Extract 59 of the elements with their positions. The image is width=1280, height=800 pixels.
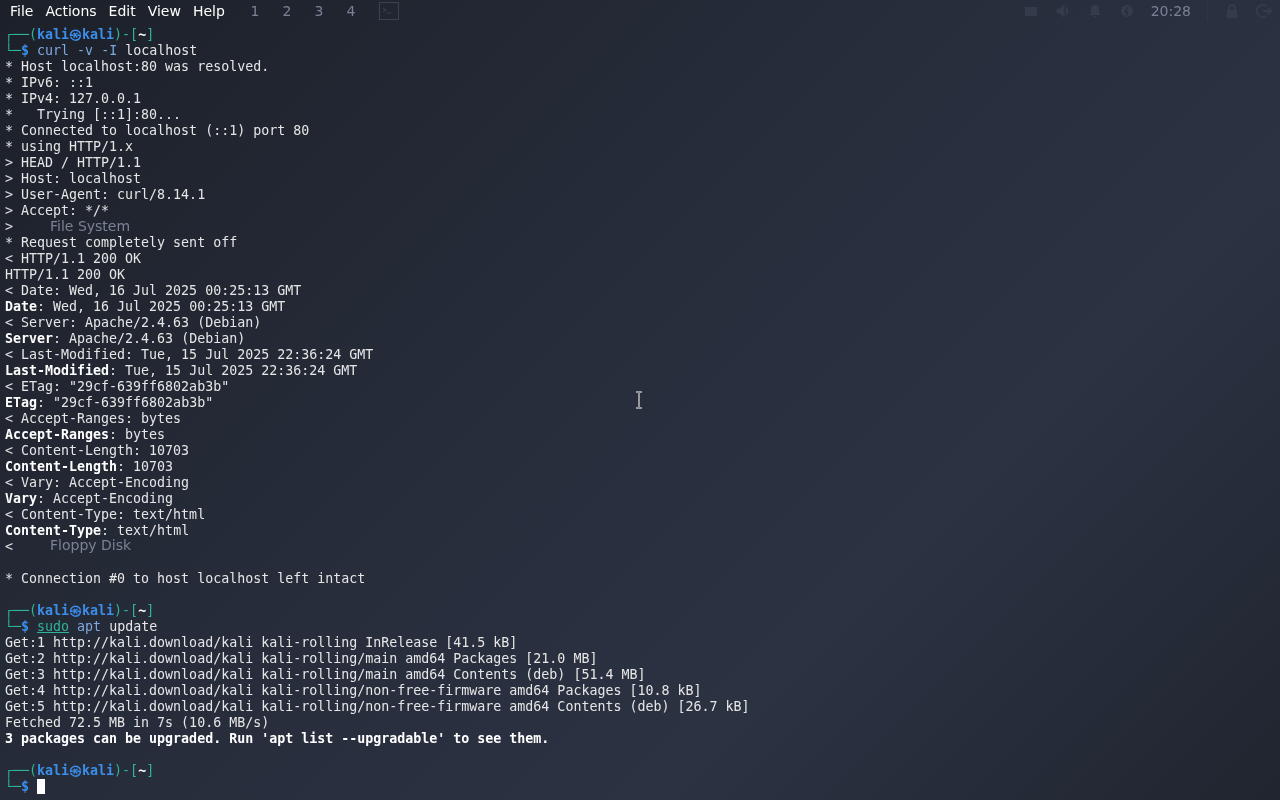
output-line: Content-Length: 10703 xyxy=(5,459,174,475)
output-line: * Trying [::1]:80... xyxy=(5,107,182,123)
output-line: < Date: Wed, 16 Jul 2025 00:25:13 GMT xyxy=(5,283,302,299)
menu-item[interactable]: Actions xyxy=(39,3,103,19)
output-line: < Content-Type: text/html xyxy=(5,507,206,523)
output-line: HTTP/1.1 200 OK xyxy=(5,267,126,283)
menu-item[interactable]: Edit xyxy=(102,3,142,19)
clock[interactable]: 20:28 xyxy=(1150,3,1191,19)
output-line: * IPv6: ::1 xyxy=(5,75,94,91)
output-line: > HEAD / HTTP/1.1 xyxy=(5,155,142,171)
prompt-line: ┌──(kali㉿kali)-[~] xyxy=(5,603,155,619)
command-line: └─$ curl -v -I localhost xyxy=(5,43,198,59)
output-line: Accept-Ranges: bytes xyxy=(5,427,166,443)
menu-item[interactable]: Help xyxy=(186,3,231,19)
prompt-line: ┌──(kali㉿kali)-[~] xyxy=(5,763,155,779)
desktop-icon-label[interactable]: File System xyxy=(50,218,131,234)
output-line: > Host: localhost xyxy=(5,171,142,187)
output-line: Last-Modified: Tue, 15 Jul 2025 22:36:24 GMT xyxy=(5,363,358,379)
terminal-icon[interactable] xyxy=(378,2,399,20)
output-line: Fetched 72.5 MB in 7s (10.6 MB/s) xyxy=(5,715,270,731)
output-line: < ETag: "29cf-639ff6802ab3b" xyxy=(5,379,230,395)
menu-item[interactable]: File xyxy=(4,3,40,19)
output-line: * Connected to localhost (::1) port 80 xyxy=(5,123,310,139)
output-line: > User-Agent: curl/8.14.1 xyxy=(5,187,206,203)
workspace-button[interactable]: 1 xyxy=(238,3,271,19)
workspace-button[interactable]: 4 xyxy=(334,3,367,19)
output-line: * Request completely sent off xyxy=(5,235,238,251)
output-line: > Accept: */* xyxy=(5,203,110,219)
output-line: < Content-Length: 10703 xyxy=(5,443,190,459)
output-line: * using HTTP/1.x xyxy=(5,139,134,155)
output-line: > xyxy=(5,219,13,235)
output-line: < Server: Apache/2.4.63 (Debian) xyxy=(5,315,262,331)
ibeam-cursor-icon xyxy=(635,391,643,409)
output-line: Get:1 http://kali.download/kali kali-rolling InRelease [41.5 kB] xyxy=(5,635,518,651)
menu-item[interactable]: View xyxy=(141,3,187,19)
output-line: Get:5 http://kali.download/kali kali-rolling/non-free-firmware amd64 Contents (deb) [26.7 kB] xyxy=(5,699,750,715)
output-line: * Connection #0 to host localhost left intact xyxy=(5,571,366,587)
workspace-button[interactable]: 2 xyxy=(270,3,303,19)
command-line: └─$ sudo apt update xyxy=(5,619,158,635)
output-line: ETag: "29cf-639ff6802ab3b" xyxy=(5,395,214,411)
output-line: Get:2 http://kali.download/kali kali-rolling/main amd64 Packages [21.0 MB] xyxy=(5,651,598,667)
workspace-button[interactable]: 3 xyxy=(302,3,335,19)
output-line: * Host localhost:80 was resolved. xyxy=(5,59,270,75)
output-line: < Accept-Ranges: bytes xyxy=(5,411,182,427)
output-line: < Last-Modified: Tue, 15 Jul 2025 22:36:24 GMT xyxy=(5,347,374,363)
output-line: Content-Type: text/html xyxy=(5,523,190,539)
output-line: Get:4 http://kali.download/kali kali-rolling/non-free-firmware amd64 Packages [10.8 kB] xyxy=(5,683,702,699)
output-line: 3 packages can be upgraded. Run 'apt list --upgradable' to see them. xyxy=(5,731,550,747)
desktop-icon-label[interactable]: Floppy Disk xyxy=(50,537,132,553)
output-line: Get:3 http://kali.download/kali kali-rolling/main amd64 Contents (deb) [51.4 MB] xyxy=(5,667,646,683)
output-line: Server: Apache/2.4.63 (Debian) xyxy=(5,331,246,347)
output-line: * IPv4: 127.0.0.1 xyxy=(5,91,142,107)
output-line: < Vary: Accept-Encoding xyxy=(5,475,190,491)
output-line: Vary: Accept-Encoding xyxy=(5,491,174,507)
command-line: └─$ xyxy=(5,779,46,795)
output-line: < xyxy=(5,539,13,555)
prompt-line: ┌──(kali㉿kali)-[~] xyxy=(5,27,155,43)
output-line: Date: Wed, 16 Jul 2025 00:25:13 GMT xyxy=(5,299,286,315)
output-line: < HTTP/1.1 200 OK xyxy=(5,251,142,267)
